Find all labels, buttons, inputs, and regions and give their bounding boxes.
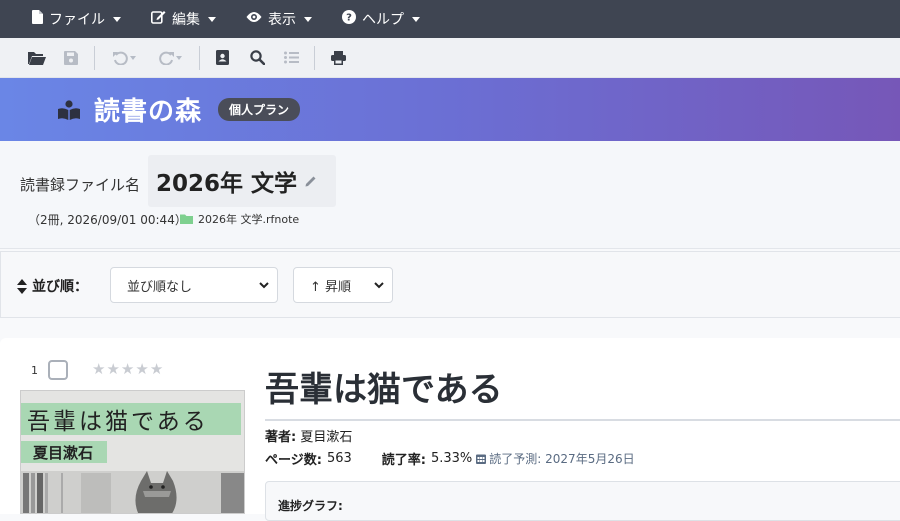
- chevron-down-icon: [374, 282, 384, 289]
- toolbar: [0, 38, 900, 78]
- search-icon: [249, 50, 265, 65]
- file-icon: [32, 10, 43, 28]
- toolbar-divider: [199, 45, 200, 70]
- progress-graph-panel: 進捗グラフ:: [265, 481, 900, 521]
- plan-badge: 個人プラン: [218, 98, 301, 121]
- title-divider: [265, 419, 900, 421]
- print-icon: [330, 50, 346, 65]
- file-path-text: 2026年 文学.rfnote: [198, 213, 300, 226]
- sort-direction-select[interactable]: ↑ 昇順: [293, 267, 393, 303]
- redo-icon: [158, 51, 174, 65]
- menu-edit-label: 編集: [172, 12, 200, 28]
- pages-value: 563: [326, 451, 352, 466]
- list-icon: [283, 51, 299, 64]
- menu-edit[interactable]: 編集: [151, 9, 216, 29]
- undo-button[interactable]: [107, 47, 141, 69]
- list-button[interactable]: [280, 47, 302, 69]
- cover-illustration: 吾輩は猫である 夏目漱石: [21, 391, 244, 513]
- file-path: 2026年 文学.rfnote: [180, 211, 299, 227]
- book-title: 吾輩は猫である: [265, 370, 503, 410]
- star-icon[interactable]: ★: [106, 360, 120, 378]
- stats-line: ページ数: 563 読了率: 5.33% 読了予測: 2027年5月26日: [265, 449, 635, 468]
- progress-graph-label: 進捗グラフ:: [278, 499, 343, 513]
- book-cover: 吾輩は猫である 夏目漱石: [20, 390, 245, 514]
- cover-title: 吾輩は猫である: [27, 409, 209, 435]
- eta-text: 読了予測: 2027年5月26日: [476, 450, 635, 467]
- rating-stars[interactable]: ★★★★★: [92, 360, 164, 378]
- menu-view-label: 表示: [268, 12, 296, 28]
- add-book-button[interactable]: [212, 47, 234, 69]
- address-book-icon: [216, 50, 229, 65]
- sort-label-text: 並び順：: [32, 279, 88, 295]
- star-icon[interactable]: ★: [121, 360, 135, 378]
- undo-icon: [112, 51, 128, 65]
- open-folder-button[interactable]: [26, 47, 48, 69]
- star-icon[interactable]: ★: [150, 360, 164, 378]
- file-name: 2026年 文学: [156, 171, 298, 197]
- print-button[interactable]: [327, 47, 349, 69]
- menu-help[interactable]: ? ヘルプ: [342, 9, 420, 29]
- sort-label: 並び順：: [17, 276, 88, 296]
- eye-icon: [246, 11, 262, 27]
- calendar-icon: [476, 454, 487, 464]
- chevron-down-icon: [175, 55, 182, 60]
- author-label: 著者:: [265, 430, 297, 445]
- book-card: 1 ★★★★★ 吾輩は猫である 夏目漱石 吾輩は猫である 著者: 夏目漱石 ペー…: [0, 338, 900, 521]
- question-circle-icon: ?: [342, 10, 356, 28]
- progress-label: 読了率:: [381, 453, 426, 468]
- chevron-down-icon: [129, 55, 136, 60]
- brand-title: 読書の森: [94, 97, 203, 127]
- book-select-checkbox[interactable]: [48, 360, 68, 380]
- sort-direction-value: ↑ 昇順: [310, 279, 352, 295]
- file-header: 読書録ファイル名 2026年 文学 （2冊, 2026/09/01 00:44）…: [0, 141, 900, 249]
- progress-value: 5.33%: [430, 451, 473, 466]
- folder-open-icon: [28, 51, 46, 65]
- save-icon: [64, 50, 78, 65]
- menu-help-label: ヘルプ: [362, 12, 404, 28]
- redo-button[interactable]: [153, 47, 187, 69]
- chevron-down-icon: [412, 16, 420, 22]
- author-name: 夏目漱石: [300, 430, 353, 445]
- edit-icon: [151, 10, 166, 28]
- pages-label: ページ数:: [265, 453, 322, 468]
- toolbar-divider: [314, 45, 315, 70]
- chevron-down-icon: [113, 16, 121, 22]
- book-rank: 1: [31, 364, 38, 377]
- app-banner: 読書の森 個人プラン: [0, 78, 900, 141]
- save-button[interactable]: [60, 47, 82, 69]
- cover-author: 夏目漱石: [32, 444, 93, 462]
- star-icon[interactable]: ★: [135, 360, 149, 378]
- sort-icon: [17, 278, 27, 294]
- svg-text:?: ?: [346, 13, 352, 24]
- menu-bar: ファイル 編集 表示 ? ヘルプ: [0, 0, 900, 38]
- star-icon[interactable]: ★: [92, 360, 106, 378]
- chevron-down-icon: [208, 16, 216, 22]
- chevron-down-icon: [259, 282, 269, 289]
- file-name-editor[interactable]: 2026年 文学: [148, 155, 336, 207]
- author-line: 著者: 夏目漱石: [265, 426, 352, 445]
- sort-order-select[interactable]: 並び順なし: [110, 267, 278, 303]
- file-meta: （2冊, 2026/09/01 00:44）: [28, 213, 187, 227]
- reader-book-icon: [58, 99, 80, 120]
- chevron-down-icon: [304, 16, 312, 22]
- sort-order-value: 並び順なし: [127, 279, 193, 295]
- eta-value: 読了予測: 2027年5月26日: [489, 452, 635, 466]
- menu-file[interactable]: ファイル: [32, 9, 121, 29]
- file-name-label: 読書録ファイル名: [20, 176, 141, 194]
- pencil-icon[interactable]: [305, 175, 317, 187]
- menu-view[interactable]: 表示: [246, 9, 312, 29]
- toolbar-divider: [94, 45, 95, 70]
- folder-icon: [180, 214, 193, 224]
- search-button[interactable]: [246, 47, 268, 69]
- sort-panel: 並び順： 並び順なし ↑ 昇順: [0, 251, 900, 318]
- menu-file-label: ファイル: [49, 12, 105, 28]
